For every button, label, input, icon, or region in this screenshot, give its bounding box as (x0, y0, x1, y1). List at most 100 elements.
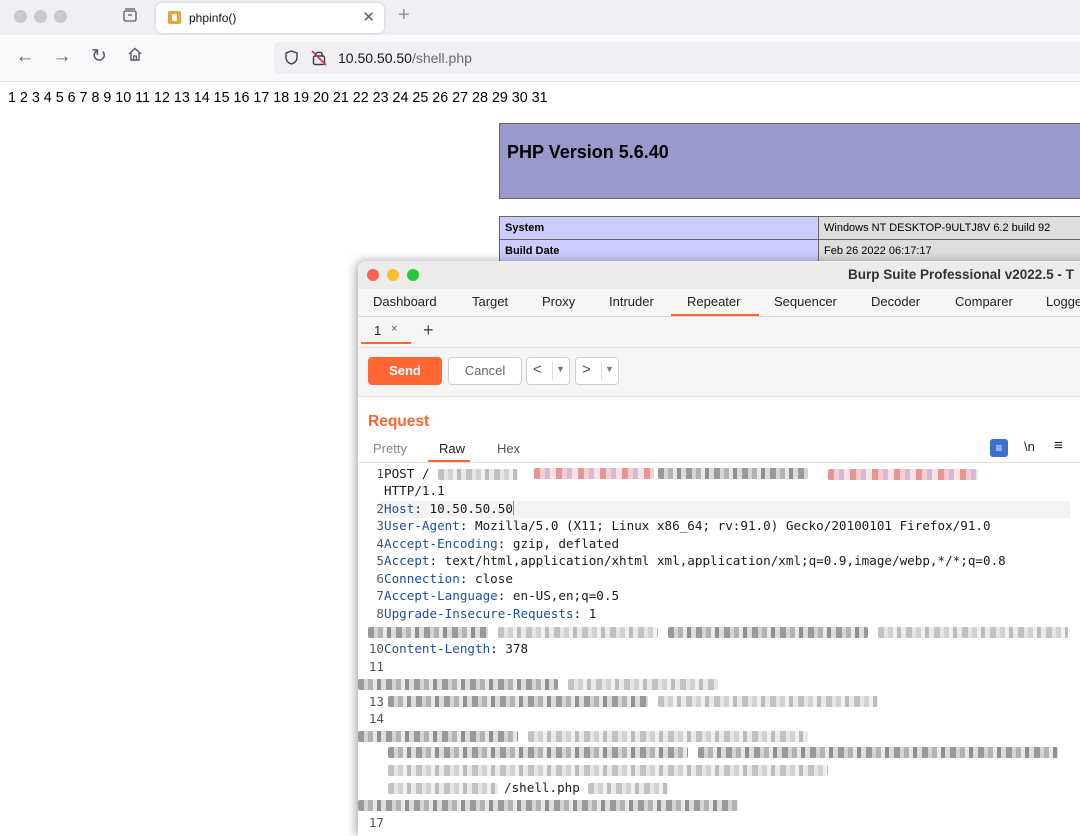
tab-sequencer[interactable]: Sequencer (774, 294, 837, 309)
header-key: Accept (384, 553, 430, 568)
view-tab-hex[interactable]: Hex (497, 441, 520, 456)
redacted-text (388, 696, 648, 707)
show-newlines-toggle[interactable]: \n (1024, 439, 1035, 454)
tab-intruder[interactable]: Intruder (609, 294, 654, 309)
tab-repeater[interactable]: Repeater (687, 294, 740, 309)
header-value: : Mozilla/5.0 (X11; Linux x86_64; rv:91.… (460, 518, 991, 533)
history-forward-button[interactable]: > ▼ (575, 357, 619, 385)
word-wrap-icon[interactable]: ≡ (990, 439, 1008, 457)
header-key: Accept-Language (384, 588, 498, 603)
editor-menu-icon[interactable]: ≡ (1054, 437, 1063, 454)
repeater-toolbar: Send Cancel < ▼ > ▼ (358, 348, 1080, 397)
line-number: 7 (358, 588, 384, 603)
repeater-tab-1[interactable]: 1 × (361, 320, 411, 344)
new-tab-button[interactable]: + (398, 4, 410, 27)
url-text[interactable]: 10.50.50.50/shell.php (338, 50, 472, 66)
close-window-button[interactable] (14, 10, 27, 23)
header-line: Host: 10.50.50.50 (384, 501, 514, 516)
header-value: : 378 (490, 641, 528, 656)
info-key: System (500, 217, 819, 240)
burp-minimize-button[interactable] (387, 269, 399, 281)
tab-dashboard[interactable]: Dashboard (373, 294, 437, 309)
close-tab-icon[interactable]: ✕ (362, 8, 375, 26)
text-caret (513, 501, 515, 515)
minimize-window-button[interactable] (34, 10, 47, 23)
tracking-protection-shield-icon[interactable] (285, 50, 298, 65)
redacted-text (388, 783, 498, 794)
list-all-tabs-icon[interactable] (120, 7, 140, 27)
php-info-table: System Windows NT DESKTOP-9ULTJ8V 6.2 bu… (499, 216, 1080, 263)
line-number: 1 (358, 466, 384, 481)
line-number: 13 (358, 694, 384, 709)
repeater-subtabs: 1 × + (358, 317, 1080, 348)
header-line: Accept: text/html,application/xhtml xml,… (384, 553, 1006, 568)
burp-close-button[interactable] (367, 269, 379, 281)
header-key: Host (384, 501, 414, 516)
php-version-title: PHP Version 5.6.40 (507, 142, 669, 163)
line-number: 14 (358, 711, 384, 726)
burp-window-title: Burp Suite Professional v2022.5 - T (848, 267, 1074, 282)
home-icon[interactable] (124, 46, 146, 68)
header-value: : text/html,application/xhtml xml,applic… (430, 553, 1006, 568)
zoom-window-button[interactable] (54, 10, 67, 23)
burp-suite-window: Burp Suite Professional v2022.5 - T Dash… (358, 261, 1080, 836)
redacted-text (438, 469, 518, 480)
send-button[interactable]: Send (368, 357, 442, 385)
request-line: POST / (384, 466, 430, 481)
line-number: 3 (358, 518, 384, 533)
header-key: Connection (384, 571, 460, 586)
view-tab-pretty[interactable]: Pretty (373, 441, 407, 456)
header-value: : gzip, deflated (498, 536, 619, 551)
tab-target[interactable]: Target (472, 294, 508, 309)
history-back-button[interactable]: < ▼ (526, 357, 570, 385)
number-sequence-text: 1 2 3 4 5 6 7 8 9 10 11 12 13 14 15 16 1… (8, 90, 548, 106)
line-number: 17 (358, 815, 384, 830)
redacted-text (498, 627, 658, 638)
header-value: : en-US,en;q=0.5 (498, 588, 619, 603)
close-subtab-icon[interactable]: × (391, 323, 397, 335)
redacted-text (388, 765, 828, 776)
line-number: 11 (358, 659, 384, 674)
insecure-lock-icon[interactable] (311, 49, 327, 66)
tab-proxy[interactable]: Proxy (542, 294, 575, 309)
line-number: 10 (358, 641, 384, 656)
burp-zoom-button[interactable] (407, 269, 419, 281)
redacted-text (358, 731, 518, 742)
forward-dropdown-icon[interactable]: ▼ (605, 364, 614, 374)
request-editor[interactable]: 1 POST / HTTP/1.1 2 Host: 10.50.50.50 3 … (358, 462, 1080, 836)
forward-icon: > (582, 361, 591, 378)
header-value: : close (460, 571, 513, 586)
cancel-button[interactable]: Cancel (448, 357, 522, 385)
back-arrow-icon[interactable]: ← (14, 46, 36, 68)
redacted-text (878, 627, 1068, 638)
header-line: User-Agent: Mozilla/5.0 (X11; Linux x86_… (384, 518, 991, 533)
browser-tab-bar: phpinfo() ✕ + (0, 0, 1080, 35)
tab-comparer[interactable]: Comparer (955, 294, 1013, 309)
tab-phpinfo[interactable]: phpinfo() ✕ (156, 3, 384, 33)
redacted-text (568, 679, 718, 690)
back-dropdown-icon[interactable]: ▼ (556, 364, 565, 374)
redacted-text (358, 800, 738, 811)
line-number: 8 (358, 606, 384, 621)
header-value: : 1 (574, 606, 597, 621)
info-value: Feb 26 2022 06:17:17 (819, 240, 1080, 263)
line-number: 6 (358, 571, 384, 586)
address-bar[interactable]: 10.50.50.50/shell.php (274, 42, 1080, 74)
page-favicon-icon (168, 11, 181, 24)
url-path: /shell.php (412, 50, 472, 66)
redacted-text (698, 747, 1058, 758)
header-key: Content-Length (384, 641, 490, 656)
reload-icon[interactable]: ↻ (88, 46, 110, 68)
header-line: Connection: close (384, 571, 513, 586)
view-tab-raw[interactable]: Raw (439, 441, 465, 456)
redacted-text (658, 696, 878, 707)
burp-title-bar: Burp Suite Professional v2022.5 - T (358, 261, 1080, 290)
add-repeater-tab-button[interactable]: + (423, 320, 434, 341)
tab-decoder[interactable]: Decoder (871, 294, 920, 309)
forward-arrow-icon[interactable]: → (51, 46, 73, 68)
tab-logger[interactable]: Logge (1046, 294, 1080, 309)
redacted-text (534, 468, 654, 479)
line-number: 5 (358, 553, 384, 568)
header-key: Accept-Encoding (384, 536, 498, 551)
header-line: Content-Length: 378 (384, 641, 528, 656)
